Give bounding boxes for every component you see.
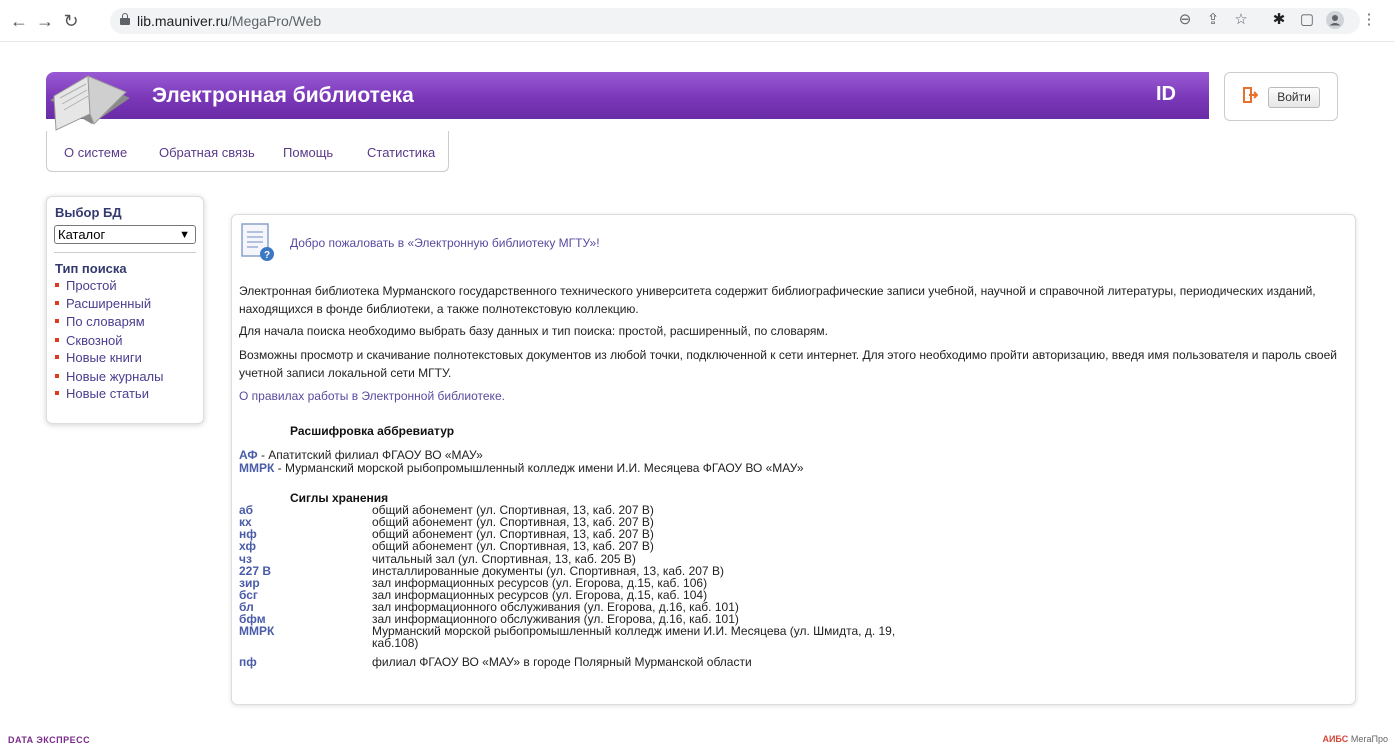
menu-feedback[interactable]: Обратная связь [159, 145, 255, 160]
search-type-cross[interactable]: Сквозной [55, 333, 123, 348]
side-panel-icon[interactable]: ▢ [1298, 11, 1316, 29]
database-select[interactable]: Каталог ▼ [54, 225, 196, 244]
abbr-heading: Расшифровка аббревиатур [290, 424, 455, 438]
sigla-desc: Мурманский морской рыбопромышленный колл… [372, 624, 896, 650]
back-icon[interactable]: ← [8, 10, 30, 32]
search-hint-paragraph: Для начала поиска необходимо выбрать баз… [239, 324, 828, 338]
auth-paragraph: Возможны просмотр и скачивание полнотекс… [239, 348, 1337, 380]
sigla-code: ММРК [239, 624, 275, 638]
menu-about[interactable]: О системе [64, 145, 127, 160]
profile-icon[interactable] [1326, 11, 1344, 29]
reload-icon[interactable]: ↻ [60, 10, 82, 32]
search-type-simple[interactable]: Простой [55, 278, 117, 293]
share-icon[interactable]: ⇪ [1204, 11, 1222, 29]
search-type-dictionaries[interactable]: По словарям [55, 314, 145, 329]
search-type-heading: Тип поиска [55, 261, 127, 276]
divider [54, 252, 196, 253]
db-heading: Выбор БД [55, 205, 122, 220]
svg-text:?: ? [264, 250, 270, 261]
url-text[interactable]: lib.mauniver.ru/MegaPro/Web [137, 13, 321, 29]
rules-link[interactable]: О правилах работы в Электронной библиоте… [239, 389, 505, 403]
document-help-icon: ? [241, 223, 274, 261]
login-door-icon[interactable] [1242, 86, 1258, 104]
zoom-icon[interactable]: ⊖ [1176, 11, 1194, 29]
brand-logo: ID [1156, 83, 1176, 105]
megapro-logo: АИБС МегаПро [1322, 734, 1388, 744]
abbr-item: ММРК - Мурманский морской рыбопромышленн… [239, 461, 804, 475]
search-type-new-articles[interactable]: Новые статьи [55, 386, 149, 401]
search-type-advanced[interactable]: Расширенный [55, 296, 151, 311]
forward-icon[interactable]: → [34, 10, 56, 32]
sigla-desc: общий абонемент (ул. Спортивная, 13, каб… [372, 539, 654, 553]
menu-kebab-icon[interactable]: ⋮ [1360, 11, 1378, 29]
sigla-code: хф [239, 539, 257, 553]
chevron-down-icon: ▼ [179, 229, 190, 241]
extensions-icon[interactable]: ✱ [1270, 11, 1288, 29]
sigla-desc: филиал ФГАОУ ВО «МАУ» в городе Полярный … [372, 655, 752, 669]
bookmark-star-icon[interactable]: ☆ [1232, 11, 1250, 29]
intro-paragraph: Электронная библиотека Мурманского госуд… [239, 284, 1316, 316]
welcome-text: Добро пожаловать в «Электронную библиоте… [290, 236, 600, 250]
menu-statistics[interactable]: Статистика [367, 145, 435, 160]
abbr-item: АФ - Апатитский филиал ФГАОУ ВО «МАУ» [239, 448, 483, 462]
login-button[interactable]: Войти [1268, 87, 1320, 108]
search-type-new-books[interactable]: Новые книги [55, 350, 142, 365]
sigla-code: пф [239, 655, 257, 669]
open-book-icon [50, 75, 130, 131]
search-type-new-journals[interactable]: Новые журналы [55, 369, 163, 384]
menu-help[interactable]: Помощь [283, 145, 333, 160]
page-title: Электронная библиотека [152, 84, 414, 107]
lock-icon[interactable] [120, 13, 130, 25]
